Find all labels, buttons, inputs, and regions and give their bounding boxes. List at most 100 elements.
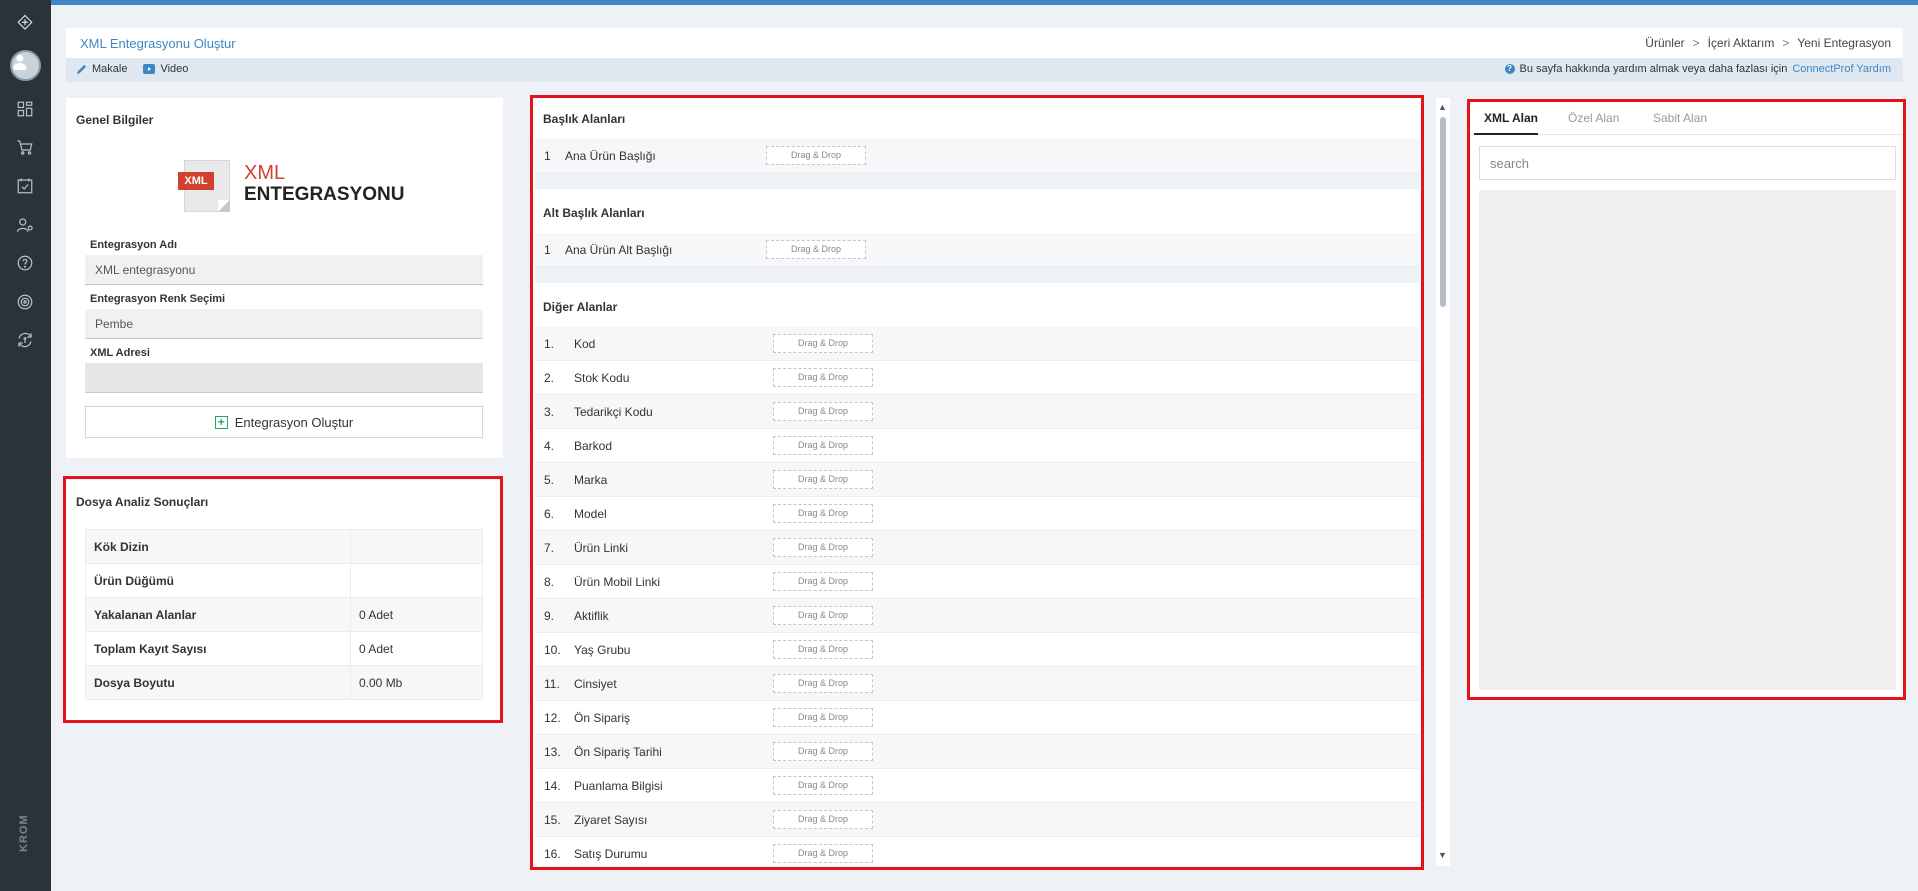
analysis-value [350,563,483,598]
drag-drop-target[interactable]: Drag & Drop [773,334,873,353]
breadcrumb-products[interactable]: Ürünler [1645,36,1684,50]
xml-fields-list[interactable] [1479,190,1896,690]
tab-custom-field[interactable]: Özel Alan [1568,111,1619,125]
drag-drop-target[interactable]: Drag & Drop [773,708,873,727]
field-name: Ön Sipariş [574,710,631,725]
drag-drop-target[interactable]: Drag & Drop [766,240,866,259]
help-icon[interactable] [12,250,38,276]
table-row: Dosya Boyutu 0.00 Mb [85,665,483,700]
field-name: Ürün Mobil Linki [574,574,661,589]
integration-color-select[interactable]: Pembe [85,309,483,339]
row-number: 11. [544,676,560,691]
mapping-row: 1 Ana Ürün Başlığı Drag & Drop [535,139,1419,173]
row-number: 1 [544,242,551,257]
video-icon [143,64,156,74]
drag-drop-target[interactable]: Drag & Drop [773,776,873,795]
mapping-row: 8. Ürün Mobil Linki Drag & Drop [535,565,1419,599]
mapping-row: 5. Marka Drag & Drop [535,463,1419,497]
section-divider [535,173,1419,189]
table-row: Ürün Düğümü [85,563,483,598]
row-number: 16. [544,846,561,861]
table-row: Yakalanan Alanlar 0 Adet [85,597,483,632]
create-integration-button[interactable]: + Entegrasyon Oluştur [85,406,483,438]
mapping-row: 3. Tedarikçi Kodu Drag & Drop [535,395,1419,429]
drag-drop-target[interactable]: Drag & Drop [773,742,873,761]
logo-icon[interactable] [12,10,38,36]
breadcrumb-separator: > [1692,36,1700,50]
video-link[interactable]: Video [143,63,188,75]
field-name: Model [574,506,607,521]
drag-drop-target[interactable]: Drag & Drop [773,572,873,591]
analysis-key: Dosya Boyutu [85,665,351,700]
field-name: Ana Ürün Alt Başlığı [565,242,673,257]
field-name: Aktiflik [574,608,609,623]
sync-money-icon[interactable] [12,327,38,353]
avatar[interactable] [10,50,41,81]
drag-drop-target[interactable]: Drag & Drop [773,470,873,489]
dashboard-icon[interactable] [12,96,38,122]
help-bar: Makale Video ? Bu sayfa hakkında yardım … [66,58,1903,82]
help-link[interactable]: ConnectProf Yardım [1792,63,1891,75]
xml-url-input[interactable] [85,363,483,393]
drag-drop-target[interactable]: Drag & Drop [773,504,873,523]
tab-xml-field[interactable]: XML Alan [1484,111,1538,125]
row-number: 14. [544,778,561,793]
breadcrumb-import[interactable]: İçeri Aktarım [1708,36,1775,50]
field-name: Tedarikçi Kodu [574,404,653,419]
row-number: 12. [544,710,561,725]
article-link[interactable]: Makale [76,63,127,75]
integration-name-label: Entegrasyon Adı [90,239,177,251]
row-number: 4. [544,438,555,453]
drag-drop-target[interactable]: Drag & Drop [773,368,873,387]
radar-icon[interactable] [12,289,38,315]
active-tab-indicator [1474,133,1538,135]
mapping-row: 1 Ana Ürün Alt Başlığı Drag & Drop [535,233,1419,267]
analysis-key: Ürün Düğümü [85,563,351,598]
analysis-key: Toplam Kayıt Sayısı [85,631,351,666]
checklist-icon[interactable] [12,173,38,199]
field-mapping-panel: Başlık Alanları 1 Ana Ürün Başlığı Drag … [533,98,1421,866]
field-name: Puanlama Bilgisi [574,778,663,793]
drag-drop-target[interactable]: Drag & Drop [773,402,873,421]
mapping-row: 10. Yaş Grubu Drag & Drop [535,633,1419,667]
scrollbar-thumb[interactable] [1440,117,1446,307]
field-name: Barkod [574,438,613,453]
drag-drop-target[interactable]: Drag & Drop [773,640,873,659]
analysis-value: 0 Adet [350,597,483,632]
file-analysis-card: Dosya Analiz Sonuçları Kök Dizin Ürün Dü… [66,480,503,720]
breadcrumb: Ürünler > İçeri Aktarım > Yeni Entegrasy… [1645,36,1891,50]
scroll-up-icon[interactable]: ▲ [1438,102,1447,112]
analysis-value: 0 Adet [350,631,483,666]
row-number: 9. [544,608,555,623]
drag-drop-target[interactable]: Drag & Drop [773,606,873,625]
scroll-down-icon[interactable]: ▼ [1438,850,1447,860]
table-row: Toplam Kayıt Sayısı 0 Adet [85,631,483,666]
mapping-scrollbar[interactable]: ▲ ▼ [1436,98,1450,866]
article-label: Makale [92,63,128,75]
drag-drop-target[interactable]: Drag & Drop [773,538,873,557]
integration-name-input[interactable]: XML entegrasyonu [85,255,483,285]
drag-drop-target[interactable]: Drag & Drop [766,146,866,165]
drag-drop-target[interactable]: Drag & Drop [773,674,873,693]
field-name: Stok Kodu [574,370,630,385]
tab-constant-field[interactable]: Sabit Alan [1653,111,1707,125]
drag-drop-target[interactable]: Drag & Drop [773,436,873,455]
analysis-value [350,529,483,564]
mapping-row: 12. Ön Sipariş Drag & Drop [535,701,1419,735]
row-number: 5. [544,472,555,487]
search-input[interactable]: search [1479,146,1896,180]
field-name: Marka [574,472,608,487]
general-info-title: Genel Bilgiler [76,113,154,127]
other-fields-heading: Diğer Alanlar [543,300,618,314]
users-settings-icon[interactable] [12,212,38,238]
top-accent-bar [0,0,1918,5]
cart-icon[interactable] [12,134,38,160]
field-name: Ana Ürün Başlığı [565,148,656,163]
drag-drop-target[interactable]: Drag & Drop [773,844,873,863]
integration-color-label: Entegrasyon Renk Seçimi [90,293,226,305]
logo-line-2: ENTEGRASYONU [244,184,405,205]
drag-drop-target[interactable]: Drag & Drop [773,810,873,829]
brand-label: KROM [18,814,30,852]
field-name: Satış Durumu [574,846,648,861]
row-number: 15. [544,812,561,827]
